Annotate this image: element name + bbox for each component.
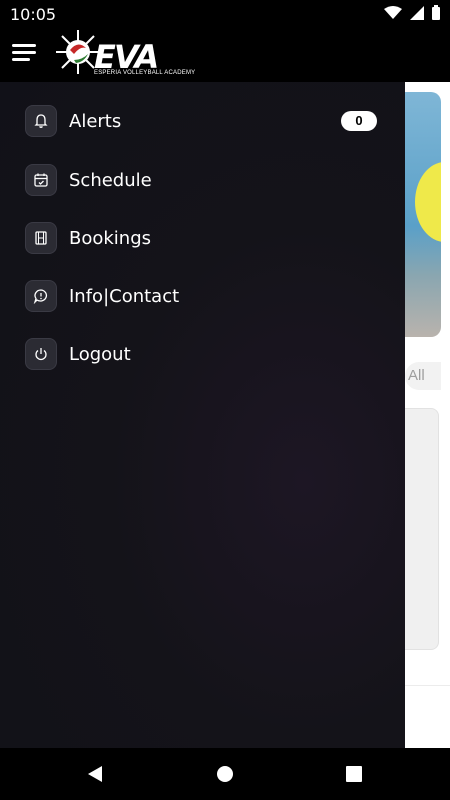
status-bar: 10:05 <box>0 0 450 28</box>
film-icon <box>25 222 57 254</box>
banner-image <box>405 92 441 337</box>
chat-icon <box>25 280 57 312</box>
menu-label-logout: Logout <box>69 343 131 365</box>
menu-label-bookings: Bookings <box>69 227 152 249</box>
menu-item-info-contact[interactable]: Info|Contact <box>25 279 385 313</box>
menu-item-logout[interactable]: Logout <box>25 337 385 371</box>
power-icon <box>25 338 57 370</box>
system-nav-bar <box>0 748 450 800</box>
recents-icon[interactable] <box>342 762 366 786</box>
bell-icon <box>25 105 57 137</box>
menu-label-alerts: Alerts <box>69 110 122 132</box>
alerts-count-badge: 0 <box>341 111 377 131</box>
filter-all-chip[interactable]: All <box>405 362 441 390</box>
signal-icon <box>410 5 424 20</box>
calendar-icon <box>25 164 57 196</box>
status-time: 10:05 <box>10 5 57 24</box>
home-icon[interactable] <box>213 762 237 786</box>
divider <box>405 685 450 686</box>
logo-subtitle: ESPERIA VOLLEYBALL ACADEMY <box>94 70 196 76</box>
app-header: EVA ESPERIA VOLLEYBALL ACADEMY <box>0 28 450 82</box>
menu-item-schedule[interactable]: Schedule <box>25 163 385 197</box>
navigation-drawer: Alerts 0 Schedule Bookings Info|Contact … <box>0 82 405 748</box>
menu-label-info-contact: Info|Contact <box>69 285 180 307</box>
status-icons <box>384 5 440 20</box>
menu-item-alerts[interactable]: Alerts 0 <box>25 104 385 138</box>
menu-item-bookings[interactable]: Bookings <box>25 221 385 255</box>
back-icon[interactable] <box>83 762 107 786</box>
eva-logo: EVA ESPERIA VOLLEYBALL ACADEMY <box>56 30 195 80</box>
menu-label-schedule: Schedule <box>69 169 152 191</box>
menu-icon[interactable] <box>12 44 36 64</box>
content-card <box>405 408 439 650</box>
background-content: All <box>405 82 450 748</box>
wifi-icon <box>384 5 402 19</box>
battery-icon <box>432 5 440 20</box>
